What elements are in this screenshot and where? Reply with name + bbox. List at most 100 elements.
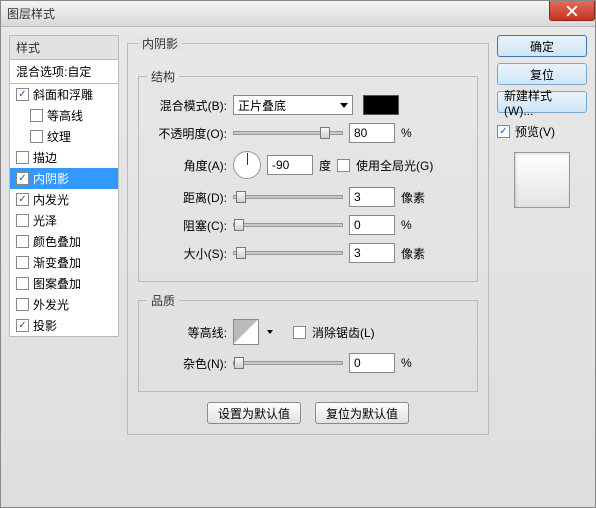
blend-options-item[interactable]: 混合选项:自定 [9,60,119,84]
checkbox-icon[interactable] [16,277,29,290]
choke-input[interactable]: 0 [349,215,395,235]
size-label: 大小(S): [147,245,227,262]
style-label: 内阴影 [33,170,69,187]
distance-input[interactable]: 3 [349,187,395,207]
checkbox-icon[interactable] [30,130,43,143]
global-light-checkbox[interactable] [337,159,350,172]
style-item-outer-glow[interactable]: 外发光 [10,294,118,315]
chevron-down-icon[interactable] [267,330,273,334]
cancel-button[interactable]: 复位 [497,63,587,85]
contour-picker[interactable] [233,319,259,345]
checkbox-icon[interactable] [16,193,29,206]
percent-unit: % [401,356,431,370]
dialog-body: 样式 混合选项:自定 斜面和浮雕 等高线 纹理 描边 [1,27,595,507]
window-title: 图层样式 [7,5,55,22]
percent-unit: % [401,218,431,232]
checkbox-icon[interactable] [16,319,29,332]
size-row: 大小(S): 3 像素 [147,243,469,263]
size-input[interactable]: 3 [349,243,395,263]
quality-title: 品质 [147,292,179,309]
blend-mode-row: 混合模式(B): 正片叠底 [147,95,469,115]
noise-input[interactable]: 0 [349,353,395,373]
style-label: 光泽 [33,212,57,229]
distance-slider[interactable] [233,195,343,199]
angle-input[interactable]: -90 [267,155,313,175]
style-item-satin[interactable]: 光泽 [10,210,118,231]
checkbox-icon[interactable] [16,172,29,185]
style-item-texture[interactable]: 纹理 [10,126,118,147]
degree-unit: 度 [319,157,331,174]
style-label: 图案叠加 [33,275,81,292]
style-item-bevel[interactable]: 斜面和浮雕 [10,84,118,105]
checkbox-icon[interactable] [16,214,29,227]
panel-fieldset: 内阴影 结构 混合模式(B): 正片叠底 不透明度(O): [127,35,489,435]
style-item-gradient-overlay[interactable]: 渐变叠加 [10,252,118,273]
size-slider[interactable] [233,251,343,255]
style-item-contour[interactable]: 等高线 [10,105,118,126]
checkbox-icon[interactable] [16,88,29,101]
contour-label: 等高线: [147,324,227,341]
blend-mode-value: 正片叠底 [238,97,286,114]
style-label: 颜色叠加 [33,233,81,250]
style-item-drop-shadow[interactable]: 投影 [10,315,118,336]
style-item-color-overlay[interactable]: 颜色叠加 [10,231,118,252]
angle-dial[interactable] [233,151,261,179]
global-light-label: 使用全局光(G) [356,157,433,174]
style-label: 纹理 [47,128,71,145]
preview-row: 预览(V) [497,123,587,140]
checkbox-icon[interactable] [16,256,29,269]
preview-label: 预览(V) [515,123,555,140]
new-style-button[interactable]: 新建样式(W)... [497,91,587,113]
style-label: 投影 [33,317,57,334]
angle-row: 角度(A): -90 度 使用全局光(G) [147,151,469,179]
reset-default-button[interactable]: 复位为默认值 [315,402,409,424]
preview-checkbox[interactable] [497,125,510,138]
checkbox-icon[interactable] [16,151,29,164]
styles-sidebar: 样式 混合选项:自定 斜面和浮雕 等高线 纹理 描边 [9,35,119,499]
checkbox-icon[interactable] [30,109,43,122]
panel-title: 内阴影 [138,35,182,52]
choke-slider[interactable] [233,223,343,227]
px-unit: 像素 [401,189,431,206]
percent-unit: % [401,126,431,140]
choke-label: 阻塞(C): [147,217,227,234]
checkbox-icon[interactable] [16,298,29,311]
style-item-inner-shadow[interactable]: 内阴影 [10,168,118,189]
shadow-color-swatch[interactable] [363,95,399,115]
style-label: 内发光 [33,191,69,208]
opacity-slider[interactable] [233,131,343,135]
contour-row: 等高线: 消除锯齿(L) [147,319,469,345]
opacity-input[interactable]: 80 [349,123,395,143]
chevron-down-icon [340,103,348,108]
close-button[interactable] [549,1,595,21]
quality-fieldset: 品质 等高线: 消除锯齿(L) 杂色(N): 0 % [138,292,478,392]
noise-slider[interactable] [233,361,343,365]
layer-style-dialog: 图层样式 样式 混合选项:自定 斜面和浮雕 等高线 纹理 [0,0,596,508]
checkbox-icon[interactable] [16,235,29,248]
blend-mode-label: 混合模式(B): [147,97,227,114]
style-item-pattern-overlay[interactable]: 图案叠加 [10,273,118,294]
distance-label: 距离(D): [147,189,227,206]
style-item-inner-glow[interactable]: 内发光 [10,189,118,210]
antialias-checkbox[interactable] [293,326,306,339]
opacity-row: 不透明度(O): 80 % [147,123,469,143]
style-label: 斜面和浮雕 [33,86,93,103]
ok-button[interactable]: 确定 [497,35,587,57]
distance-row: 距离(D): 3 像素 [147,187,469,207]
settings-panel: 内阴影 结构 混合模式(B): 正片叠底 不透明度(O): [127,35,489,499]
choke-row: 阻塞(C): 0 % [147,215,469,235]
make-default-button[interactable]: 设置为默认值 [207,402,301,424]
titlebar: 图层样式 [1,1,595,27]
style-label: 渐变叠加 [33,254,81,271]
style-label: 外发光 [33,296,69,313]
noise-row: 杂色(N): 0 % [147,353,469,373]
close-icon [566,5,578,17]
style-label: 描边 [33,149,57,166]
antialias-label: 消除锯齿(L) [312,324,375,341]
action-column: 确定 复位 新建样式(W)... 预览(V) [497,35,587,499]
blend-mode-select[interactable]: 正片叠底 [233,95,353,115]
style-list: 斜面和浮雕 等高线 纹理 描边 内阴影 [9,84,119,337]
style-item-stroke[interactable]: 描边 [10,147,118,168]
preview-swatch [514,152,570,208]
opacity-label: 不透明度(O): [147,125,227,142]
